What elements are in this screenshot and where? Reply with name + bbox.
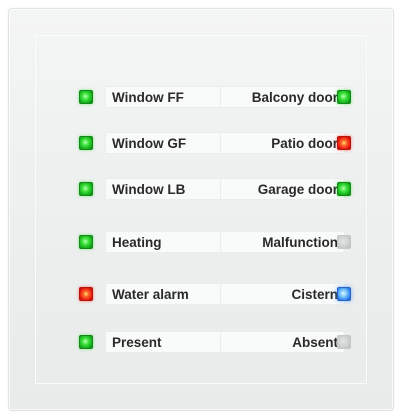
status-row-water-alarm-cistern: Water alarm Cistern	[79, 283, 351, 307]
patio-door-led-icon	[337, 136, 351, 150]
window-ff-led-icon	[79, 90, 93, 104]
present-led-icon	[79, 335, 93, 349]
status-row-heating-malfunction: Heating Malfunction	[79, 231, 351, 255]
status-row-window-ff-balcony-door: Window FF Balcony door	[79, 86, 351, 110]
status-row-window-gf-patio-door: Window GF Patio door	[79, 132, 351, 156]
window-lb-led-icon	[79, 182, 93, 196]
window-gf-led-icon	[79, 136, 93, 150]
window-ff-label: Window FF	[105, 86, 230, 108]
window-lb-label: Window LB	[105, 178, 230, 200]
malfunction-led-icon	[337, 235, 351, 249]
absent-label: Absent	[220, 331, 345, 353]
present-label: Present	[105, 331, 230, 353]
status-panel: Window FF Balcony door Window GF Patio d…	[8, 8, 394, 411]
patio-door-label: Patio door	[220, 132, 345, 154]
cistern-led-icon	[337, 287, 351, 301]
balcony-door-led-icon	[337, 90, 351, 104]
heating-led-icon	[79, 235, 93, 249]
absent-led-icon	[337, 335, 351, 349]
cistern-label: Cistern	[220, 283, 345, 305]
heating-label: Heating	[105, 231, 230, 253]
balcony-door-label: Balcony door	[220, 86, 345, 108]
status-row-present-absent: Present Absent	[79, 331, 351, 355]
garage-door-label: Garage door	[220, 178, 345, 200]
water-alarm-label: Water alarm	[105, 283, 230, 305]
water-alarm-led-icon	[79, 287, 93, 301]
window-gf-label: Window GF	[105, 132, 230, 154]
malfunction-label: Malfunction	[220, 231, 345, 253]
garage-door-led-icon	[337, 182, 351, 196]
status-row-window-lb-garage-door: Window LB Garage door	[79, 178, 351, 202]
